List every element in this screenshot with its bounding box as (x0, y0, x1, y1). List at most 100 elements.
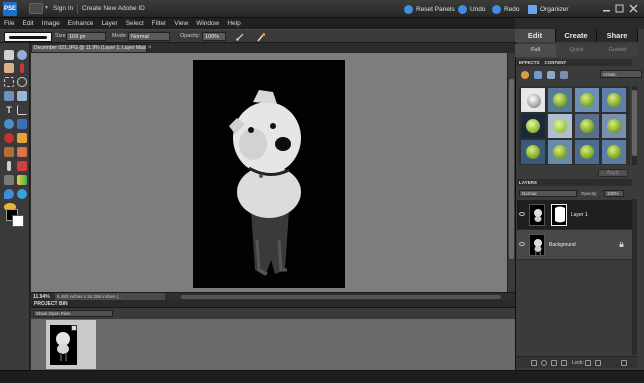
magic-wand-icon[interactable] (4, 91, 14, 101)
layer-row-layer-1[interactable]: Layer 1 (517, 200, 632, 230)
eyedropper-icon[interactable] (20, 63, 24, 73)
layer-mask-thumbnail[interactable] (551, 204, 567, 226)
delete-layer-icon[interactable] (621, 360, 627, 366)
menu-edit[interactable]: Edit (22, 20, 33, 27)
brush-settings-icon[interactable] (256, 32, 266, 42)
apply-button[interactable]: Apply (598, 169, 628, 177)
effects-tab[interactable]: EFFECTS (519, 59, 540, 66)
undo-button[interactable]: Undo (458, 3, 486, 15)
effect-thumbnail[interactable] (548, 140, 572, 164)
menu-image[interactable]: Image (42, 20, 60, 27)
tab-full[interactable]: Full (515, 44, 556, 57)
size-field[interactable]: 169 px (66, 32, 106, 41)
reset-panels-button[interactable]: Reset Panels (404, 3, 455, 15)
eraser-icon[interactable] (17, 147, 27, 157)
layer-thumbnail[interactable] (529, 234, 545, 256)
show-files-select[interactable]: Show Open Files (33, 310, 113, 317)
project-bin-thumbnail[interactable] (50, 325, 77, 365)
menu-help[interactable]: Help (227, 20, 240, 27)
document-info[interactable]: 5.493 inches x 34.299 inches (... (55, 293, 165, 300)
tab-edit[interactable]: Edit (515, 29, 556, 42)
menu-layer[interactable]: Layer (101, 20, 117, 27)
red-eye-icon[interactable] (4, 133, 14, 143)
workspace-menu-caret-icon[interactable]: ▾ (45, 4, 48, 11)
menu-window[interactable]: Window (196, 20, 219, 27)
effect-thumbnail[interactable] (575, 140, 599, 164)
brush-icon[interactable] (7, 161, 11, 171)
gradient-icon[interactable] (17, 175, 27, 185)
cookie-cutter-icon[interactable] (4, 119, 14, 129)
brush-preset-picker[interactable] (4, 32, 52, 42)
content-tab[interactable]: CONTENT (545, 59, 567, 66)
workspace-menu-button[interactable] (29, 3, 43, 14)
effect-thumbnail[interactable] (548, 88, 572, 112)
effect-thumbnail[interactable] (602, 114, 626, 138)
filters-icon[interactable] (521, 71, 529, 79)
visibility-eye-icon[interactable] (519, 242, 525, 246)
photo-effects-icon[interactable] (547, 71, 555, 79)
blur-icon[interactable] (17, 189, 27, 199)
effect-thumbnail[interactable] (521, 114, 545, 138)
mode-select[interactable]: Normal (128, 32, 170, 41)
straighten-icon[interactable] (17, 119, 27, 129)
new-layer-icon[interactable] (531, 360, 537, 366)
tab-quick[interactable]: Quick (556, 44, 597, 57)
effect-thumbnail[interactable] (575, 88, 599, 112)
organizer-button[interactable]: Organizer (528, 3, 569, 15)
effect-thumbnail[interactable] (575, 114, 599, 138)
spot-healing-icon[interactable] (17, 133, 27, 143)
all-effects-icon[interactable] (560, 71, 568, 79)
layer-row-background[interactable]: Background (517, 230, 632, 260)
effects-scroll-thumb[interactable] (632, 90, 637, 156)
document-tab[interactable]: December 021.JPG @ 11.9% (Layer 1, Layer… (31, 44, 147, 53)
canvas-scroll-thumb[interactable] (509, 79, 514, 259)
project-bin-header[interactable]: PROJECT BIN (31, 300, 515, 308)
lock-all-icon[interactable] (595, 360, 601, 366)
selection-brush-icon[interactable] (17, 91, 27, 101)
move-icon[interactable] (4, 50, 14, 60)
effects-category-select[interactable]: Artistic (600, 70, 642, 78)
airbrush-icon[interactable] (235, 32, 245, 42)
document-photo[interactable] (193, 60, 345, 288)
menu-view[interactable]: View (174, 20, 188, 27)
tab-create[interactable]: Create (556, 29, 597, 42)
close-document-icon[interactable]: × (148, 45, 152, 51)
layers-panel-header[interactable]: LAYERS (517, 179, 632, 186)
effect-thumbnail[interactable] (602, 140, 626, 164)
visibility-eye-icon[interactable] (519, 212, 525, 216)
menu-filter[interactable]: Filter (152, 20, 166, 27)
layer-styles-icon[interactable] (534, 71, 542, 79)
menu-file[interactable]: File (4, 20, 14, 27)
maximize-icon[interactable] (615, 4, 624, 13)
layer-thumbnail[interactable] (529, 204, 545, 226)
blend-mode-select[interactable]: Normal (519, 190, 577, 197)
lock-transparency-icon[interactable] (585, 360, 591, 366)
opacity-field[interactable]: 100% (202, 32, 226, 41)
effects-scrollbar[interactable] (632, 86, 637, 165)
layer-opacity-field[interactable]: 100% (604, 190, 624, 197)
canvas-horizontal-scroll-thumb[interactable] (181, 295, 501, 299)
sign-in-link[interactable]: Sign In (53, 5, 73, 12)
link-layers-icon[interactable] (561, 360, 567, 366)
create-adobe-id-link[interactable]: Create New Adobe ID (82, 5, 145, 12)
paint-bucket-icon[interactable] (4, 175, 14, 185)
tab-guided[interactable]: Guided (597, 44, 638, 57)
lasso-icon[interactable] (17, 77, 27, 87)
menu-enhance[interactable]: Enhance (68, 20, 94, 27)
effect-thumbnail[interactable] (521, 88, 545, 112)
zoom-icon[interactable] (17, 50, 27, 60)
clone-stamp-icon[interactable] (4, 147, 14, 157)
type-icon[interactable]: T (4, 105, 14, 115)
crop-icon[interactable] (17, 105, 27, 115)
layer-mask-icon[interactable] (551, 360, 557, 366)
shape-icon[interactable] (4, 189, 14, 199)
marquee-icon[interactable] (4, 77, 14, 87)
tab-share[interactable]: Share (597, 29, 638, 42)
layers-scrollbar[interactable] (632, 199, 637, 355)
effect-thumbnail[interactable] (602, 88, 626, 112)
canvas-vertical-scrollbar[interactable] (507, 53, 515, 292)
minimize-icon[interactable] (602, 4, 611, 13)
menu-select[interactable]: Select (126, 20, 144, 27)
close-icon[interactable] (629, 4, 638, 13)
effect-thumbnail[interactable] (521, 140, 545, 164)
